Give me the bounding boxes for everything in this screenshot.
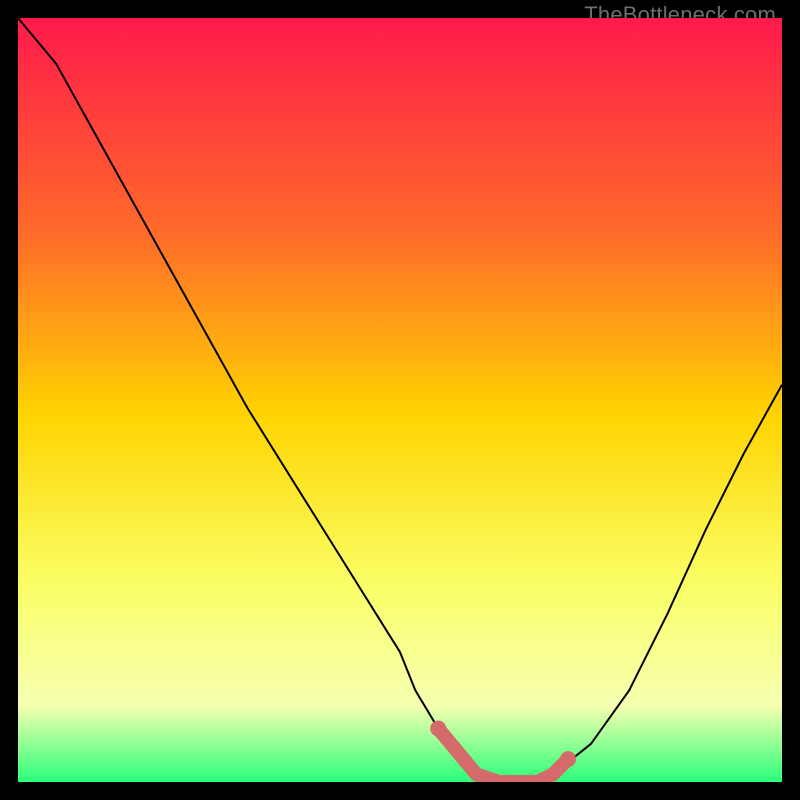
bottleneck-chart: [18, 18, 782, 782]
gradient-background: [18, 18, 782, 782]
marker-dot: [560, 751, 576, 767]
marker-dot: [430, 721, 446, 737]
chart-frame: [18, 18, 782, 782]
